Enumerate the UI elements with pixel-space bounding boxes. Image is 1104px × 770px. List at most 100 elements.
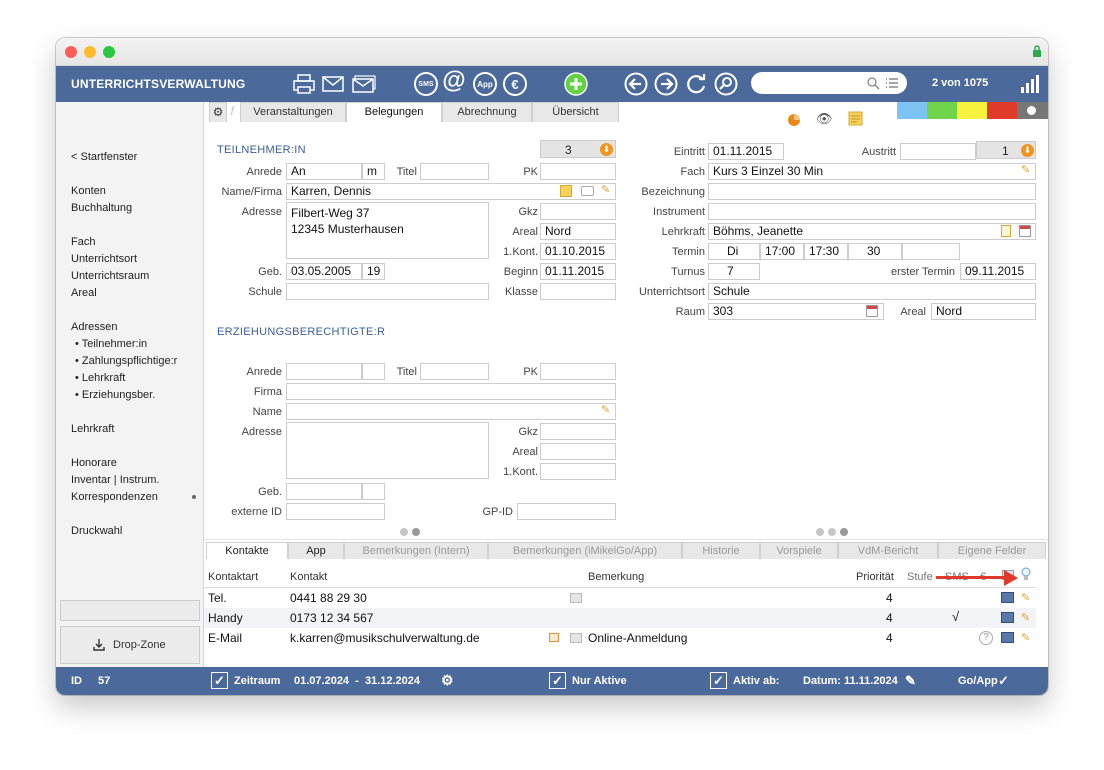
- add-record-icon[interactable]: [564, 72, 588, 96]
- zeitraum-checkbox[interactable]: ✓: [211, 672, 228, 689]
- sidebar-item-lehrkraft-address[interactable]: • Lehrkraft: [75, 372, 125, 384]
- name-edit-pencil-icon[interactable]: ✎: [601, 185, 611, 196]
- page-dot-active[interactable]: [412, 528, 420, 536]
- birthdate-field[interactable]: 03.05.2005: [286, 263, 362, 280]
- row-sms-check[interactable]: √: [952, 609, 959, 624]
- page-dot[interactable]: [816, 528, 824, 536]
- guardian-gkz-field[interactable]: [540, 423, 616, 440]
- termin-extra-field[interactable]: [902, 243, 960, 260]
- page-dot[interactable]: [828, 528, 836, 536]
- datum-edit-pencil-icon[interactable]: ✎: [905, 673, 916, 689]
- zeitraum-settings-gear-icon[interactable]: ⚙: [441, 672, 454, 689]
- list-options-icon[interactable]: [885, 77, 899, 89]
- instrument-field[interactable]: [708, 203, 1036, 220]
- sidebar-item-lehrkraft[interactable]: Lehrkraft: [71, 423, 114, 435]
- refresh-icon[interactable]: [684, 72, 708, 96]
- tab-kontakte[interactable]: Kontakte: [206, 542, 288, 559]
- sidebar-item-erziehungsber[interactable]: • Erziehungsber.: [75, 389, 155, 401]
- guardian-titel-field[interactable]: [420, 363, 489, 380]
- lehrkraft-list-icon[interactable]: [1001, 225, 1011, 237]
- row-mail-send-icon[interactable]: [549, 633, 559, 642]
- settings-gear-icon[interactable]: ⚙: [209, 102, 227, 122]
- pie-chart-icon[interactable]: [787, 113, 801, 127]
- guardian-pk-field[interactable]: [540, 363, 616, 380]
- search-input[interactable]: [751, 72, 907, 94]
- termin-to-field[interactable]: 17:30: [804, 243, 848, 260]
- color-swatch-blue[interactable]: [897, 102, 927, 119]
- schule-field[interactable]: [286, 283, 489, 300]
- tab-bemerkungen-intern[interactable]: Bemerkungen (Intern): [344, 542, 488, 559]
- guardian-kont-field[interactable]: [540, 463, 616, 480]
- camera-icon[interactable]: [581, 186, 594, 196]
- color-swatch-grey[interactable]: [1017, 102, 1048, 119]
- external-id-field[interactable]: [286, 503, 385, 520]
- tab-vorspiele[interactable]: Vorspiele: [760, 542, 838, 559]
- tab-app[interactable]: App: [288, 542, 344, 559]
- sidebar-item-buchhaltung[interactable]: Buchhaltung: [71, 202, 132, 214]
- guardian-age-field[interactable]: [362, 483, 385, 500]
- aktiv-ab-checkbox[interactable]: ✓: [710, 672, 727, 689]
- eye-icon[interactable]: 👁: [816, 111, 833, 127]
- sms-icon[interactable]: SMS: [414, 72, 438, 96]
- count-dropdown-icon[interactable]: ⬇: [600, 143, 613, 156]
- pk-field[interactable]: [540, 163, 616, 180]
- kont-field[interactable]: 01.10.2015: [540, 243, 616, 260]
- klasse-field[interactable]: [540, 283, 616, 300]
- tab-eigene-felder[interactable]: Eigene Felder: [938, 542, 1046, 559]
- app-icon[interactable]: App: [473, 72, 497, 96]
- lightbulb-icon[interactable]: [1021, 567, 1031, 581]
- sidebar-item-korrespondenzen[interactable]: Korrespondenzen: [71, 491, 158, 503]
- fach-field[interactable]: Kurs 3 Einzel 30 Min: [708, 163, 1036, 180]
- sidebar-item-fach[interactable]: Fach: [71, 236, 95, 248]
- age-field[interactable]: 19: [362, 263, 385, 280]
- unterrichtsort-field[interactable]: Schule: [708, 283, 1036, 300]
- euro-icon[interactable]: €: [503, 72, 527, 96]
- sidebar-item-druckwahl[interactable]: Druckwahl: [71, 525, 122, 537]
- zoom-window-button[interactable]: [103, 46, 115, 58]
- eintritt-field[interactable]: 01.11.2015: [708, 143, 784, 160]
- fach-edit-pencil-icon[interactable]: ✎: [1021, 165, 1031, 176]
- sidebar-back-link[interactable]: < Startfenster: [71, 151, 137, 163]
- lehrkraft-field[interactable]: Böhms, Jeanette: [708, 223, 1036, 240]
- sidebar-item-konten[interactable]: Konten: [71, 185, 106, 197]
- sidebar-item-unterrichtsort[interactable]: Unterrichtsort: [71, 253, 137, 265]
- help-icon[interactable]: ?: [979, 631, 993, 645]
- name-note-icon[interactable]: [560, 185, 572, 197]
- guardian-firma-field[interactable]: [286, 383, 616, 400]
- color-swatch-red[interactable]: [987, 102, 1017, 119]
- sidebar-item-adressen[interactable]: Adressen: [71, 321, 117, 333]
- page-dot-active[interactable]: [840, 528, 848, 536]
- row-screen-icon[interactable]: [1001, 592, 1014, 603]
- raum-field[interactable]: 303: [708, 303, 884, 320]
- termin-minutes-field[interactable]: 30: [848, 243, 902, 260]
- row-edit-pencil-icon[interactable]: ✎: [1021, 593, 1031, 604]
- table-row[interactable]: Handy 0173 12 34 567 4 √ ✎: [204, 608, 1036, 628]
- gender-field[interactable]: m: [362, 163, 385, 180]
- row-screen-icon[interactable]: [1001, 612, 1014, 623]
- table-row[interactable]: Tel. 0441 88 29 30 4 ✎: [204, 588, 1036, 608]
- tab-vdm-bericht[interactable]: VdM-Bericht: [838, 542, 938, 559]
- gp-id-field[interactable]: [517, 503, 616, 520]
- beginn-field[interactable]: 01.11.2015: [540, 263, 616, 280]
- sidebar-item-inventar[interactable]: Inventar | Instrum.: [71, 474, 159, 486]
- guardian-gender-field[interactable]: [362, 363, 385, 380]
- tab-veranstaltungen[interactable]: Veranstaltungen: [240, 102, 346, 122]
- color-swatch-yellow[interactable]: [957, 102, 987, 119]
- raum-calendar-icon[interactable]: [866, 305, 878, 317]
- filter-icon[interactable]: ƒ: [230, 105, 236, 116]
- austritt-dropdown-icon[interactable]: ⬇: [1021, 144, 1034, 157]
- serial-mail-icon[interactable]: [352, 72, 376, 96]
- note-icon[interactable]: [848, 111, 864, 127]
- anrede-field[interactable]: An: [286, 163, 362, 180]
- go-app-check-icon[interactable]: ✓: [998, 673, 1009, 689]
- next-record-icon[interactable]: [654, 72, 678, 96]
- row-note-icon[interactable]: [570, 633, 582, 643]
- guardian-name-edit-pencil-icon[interactable]: ✎: [601, 405, 611, 416]
- guardian-anrede-field[interactable]: [286, 363, 362, 380]
- row-note-icon[interactable]: [570, 593, 582, 603]
- minimize-window-button[interactable]: [84, 46, 96, 58]
- gkz-field[interactable]: [540, 203, 616, 220]
- close-window-button[interactable]: [65, 46, 77, 58]
- bezeichnung-field[interactable]: [708, 183, 1036, 200]
- row-edit-pencil-icon[interactable]: ✎: [1021, 633, 1031, 644]
